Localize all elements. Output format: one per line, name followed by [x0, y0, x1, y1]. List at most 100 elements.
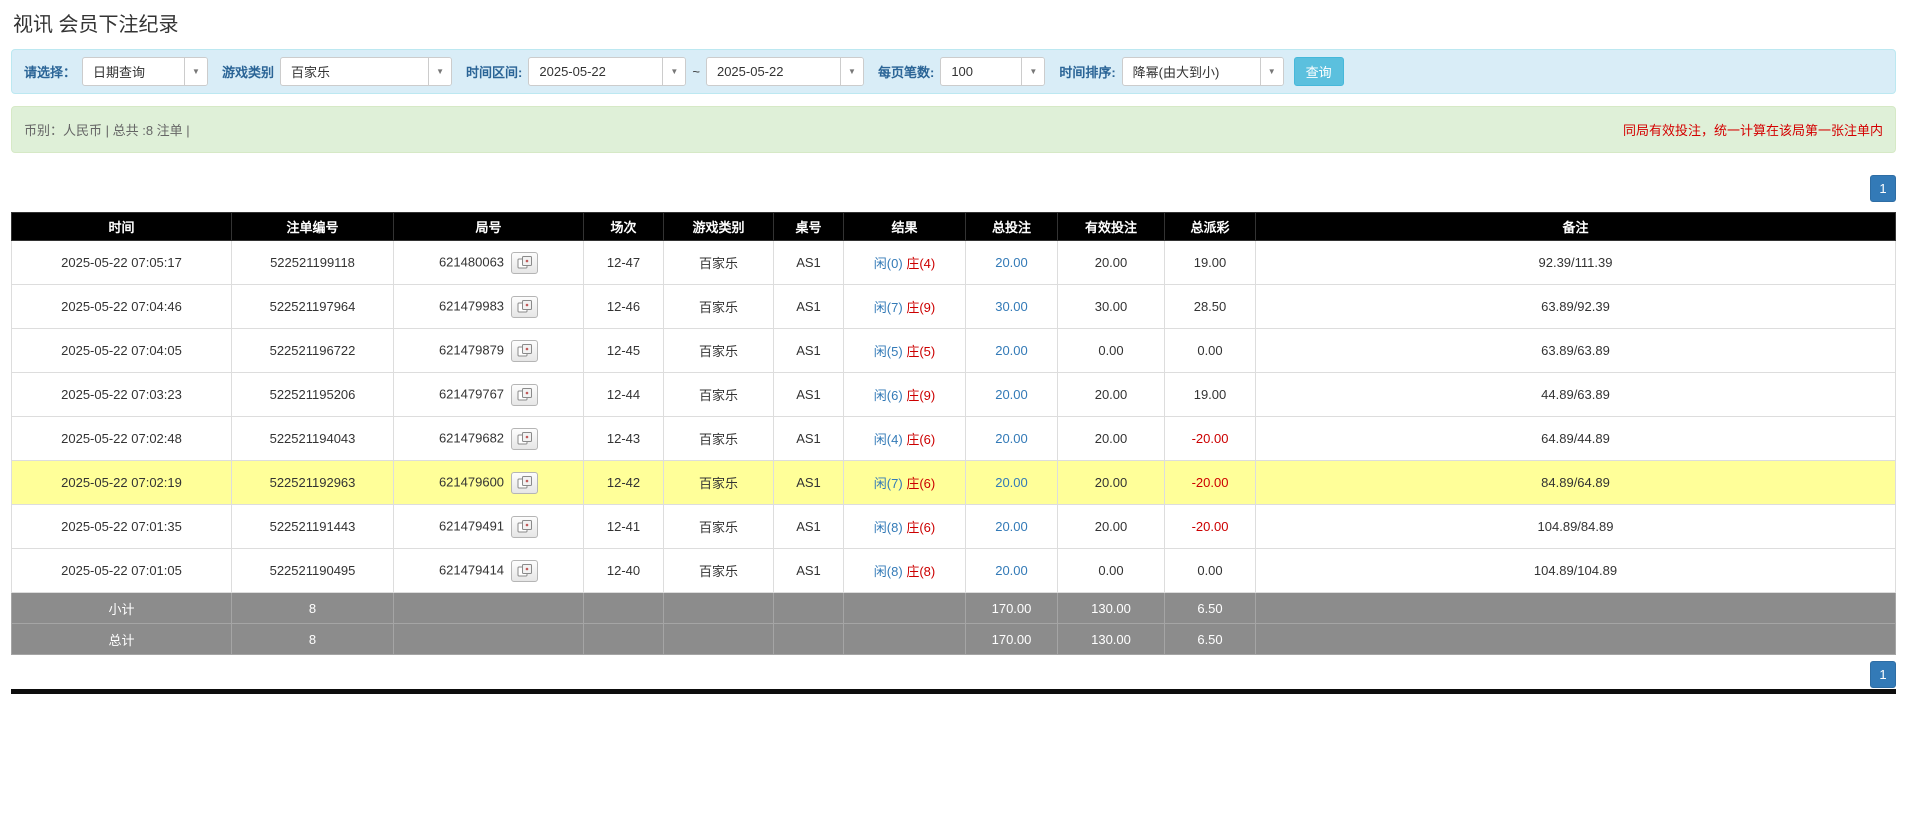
- cell-result: 闲(0) 庄(4): [843, 240, 966, 285]
- table-row: 2025-05-22 07:01:05 522521190495 621479414…: [11, 548, 1896, 593]
- result-player: 闲(7): [873, 300, 903, 315]
- valid-bet-notice: 同局有效投注，统一计算在该局第一张注单内: [1622, 123, 1883, 138]
- total-bet-link[interactable]: 20.00: [995, 431, 1028, 446]
- cell-table-no: AS1: [773, 328, 844, 373]
- table-header-row: 时间 注单编号 局号 场次 游戏类别 桌号 结果 总投注 有效投注 总派彩 备注: [11, 212, 1896, 241]
- game-type-value: 百家乐: [291, 65, 331, 80]
- cell-payout: -20.00: [1164, 460, 1256, 505]
- cell-game-type: 百家乐: [663, 416, 774, 461]
- currency-total-text: 币别：人民币 | 总共 :8 注单 |: [24, 123, 190, 138]
- cell-payout: 0.00: [1164, 328, 1256, 373]
- cell-result: 闲(7) 庄(6): [843, 460, 966, 505]
- cell-table-no: AS1: [773, 504, 844, 549]
- total-bet-link[interactable]: 20.00: [995, 343, 1028, 358]
- footer-note-empty: [1255, 623, 1896, 655]
- date-from-select[interactable]: 2025-05-22 ▼: [528, 57, 687, 86]
- cell-valid-bet: 0.00: [1057, 548, 1165, 593]
- table-row: 2025-05-22 07:05:17 522521199118 621480063…: [11, 240, 1896, 285]
- total-bet-link[interactable]: 20.00: [995, 563, 1028, 578]
- cell-note: 92.39/111.39: [1255, 240, 1896, 285]
- cell-payout: -20.00: [1164, 504, 1256, 549]
- column-header-9: 总派彩: [1164, 212, 1256, 241]
- total-bet-link[interactable]: 20.00: [995, 387, 1028, 402]
- cards-replay-icon: [517, 300, 532, 313]
- cell-game-type: 百家乐: [663, 240, 774, 285]
- cell-session: 12-40: [583, 548, 664, 593]
- cell-bet-id: 522521199118: [231, 240, 394, 285]
- page-size-label: 每页笔数:: [877, 65, 935, 80]
- page-title: 视讯 会员下注纪录: [13, 14, 179, 36]
- round-replay-button[interactable]: [511, 471, 539, 494]
- cell-valid-bet: 20.00: [1057, 372, 1165, 417]
- chevron-down-icon: ▼: [1259, 58, 1283, 85]
- pagination-bottom: 1: [11, 661, 1896, 688]
- round-number: 621480063: [438, 253, 505, 269]
- cell-session: 12-44: [583, 372, 664, 417]
- summary-bar: 币别：人民币 | 总共 :8 注单 | 同局有效投注，统一计算在该局第一张注单内: [11, 106, 1896, 153]
- result-player: 闲(4): [873, 432, 903, 447]
- cell-round: 621479491: [393, 504, 584, 549]
- cell-session: 12-42: [583, 460, 664, 505]
- total-bet-link[interactable]: 20.00: [995, 519, 1028, 534]
- total-bet-link[interactable]: 20.00: [995, 255, 1028, 270]
- total-bet-link[interactable]: 20.00: [995, 475, 1028, 490]
- result-banker: 庄(6): [906, 520, 936, 535]
- cell-session: 12-46: [583, 284, 664, 329]
- pagination-page-1[interactable]: 1: [1870, 175, 1896, 202]
- table-row: 2025-05-22 07:04:46 522521197964 621479983…: [11, 284, 1896, 329]
- date-to-select[interactable]: 2025-05-22 ▼: [705, 57, 864, 86]
- cards-replay-icon: [517, 476, 532, 489]
- column-header-2: 局号: [393, 212, 584, 241]
- round-replay-button[interactable]: [511, 383, 539, 406]
- cell-game-type: 百家乐: [663, 504, 774, 549]
- cell-table-no: AS1: [773, 372, 844, 417]
- round-replay-button[interactable]: [511, 339, 539, 362]
- round-replay-button[interactable]: [511, 427, 539, 450]
- cell-round: 621479414: [393, 548, 584, 593]
- search-button[interactable]: 查询: [1293, 57, 1344, 86]
- cell-time: 2025-05-22 07:01:05: [11, 548, 232, 593]
- cell-note: 64.89/44.89: [1255, 416, 1896, 461]
- query-type-select[interactable]: 日期查询 ▼: [82, 57, 209, 86]
- column-header-4: 游戏类别: [663, 212, 774, 241]
- column-header-8: 有效投注: [1057, 212, 1165, 241]
- round-number: 621479767: [438, 385, 505, 401]
- round-number: 621479879: [438, 341, 505, 357]
- page-size-select[interactable]: 100 ▼: [940, 57, 1046, 86]
- sort-value: 降幂(由大到小): [1132, 65, 1220, 80]
- footer-empty: [583, 592, 664, 624]
- cell-game-type: 百家乐: [663, 328, 774, 373]
- footer-empty: [843, 592, 966, 624]
- cell-round: 621480063: [393, 240, 584, 285]
- sort-select[interactable]: 降幂(由大到小) ▼: [1121, 57, 1284, 86]
- cell-time: 2025-05-22 07:05:17: [11, 240, 232, 285]
- column-header-0: 时间: [11, 212, 232, 241]
- cell-valid-bet: 0.00: [1057, 328, 1165, 373]
- round-replay-button[interactable]: [511, 251, 539, 274]
- cards-replay-icon: [517, 388, 532, 401]
- column-header-10: 备注: [1255, 212, 1896, 241]
- result-banker: 庄(4): [906, 256, 936, 271]
- footer-label: 总计: [11, 623, 232, 655]
- cell-game-type: 百家乐: [663, 460, 774, 505]
- result-player: 闲(8): [873, 564, 903, 579]
- bet-records-table: 时间 注单编号 局号 场次 游戏类别 桌号 结果 总投注 有效投注 总派彩 备注 2025-05-2…: [11, 212, 1896, 655]
- round-replay-button[interactable]: [511, 515, 539, 538]
- cell-valid-bet: 20.00: [1057, 504, 1165, 549]
- game-type-select[interactable]: 百家乐 ▼: [280, 57, 453, 86]
- footer-total-bet: 170.00: [965, 623, 1058, 655]
- cell-round: 621479682: [393, 416, 584, 461]
- cell-table-no: AS1: [773, 460, 844, 505]
- round-replay-button[interactable]: [511, 295, 539, 318]
- round-replay-button[interactable]: [511, 559, 539, 582]
- cell-bet-id: 522521190495: [231, 548, 394, 593]
- result-player: 闲(7): [873, 476, 903, 491]
- total-bet-link[interactable]: 30.00: [995, 299, 1028, 314]
- cell-bet-id: 522521192963: [231, 460, 394, 505]
- cell-payout: 19.00: [1164, 240, 1256, 285]
- column-header-5: 桌号: [773, 212, 844, 241]
- cell-payout: 28.50: [1164, 284, 1256, 329]
- pagination-page-1-bottom[interactable]: 1: [1870, 661, 1896, 688]
- cell-total-bet: 20.00: [965, 372, 1058, 417]
- cell-valid-bet: 20.00: [1057, 416, 1165, 461]
